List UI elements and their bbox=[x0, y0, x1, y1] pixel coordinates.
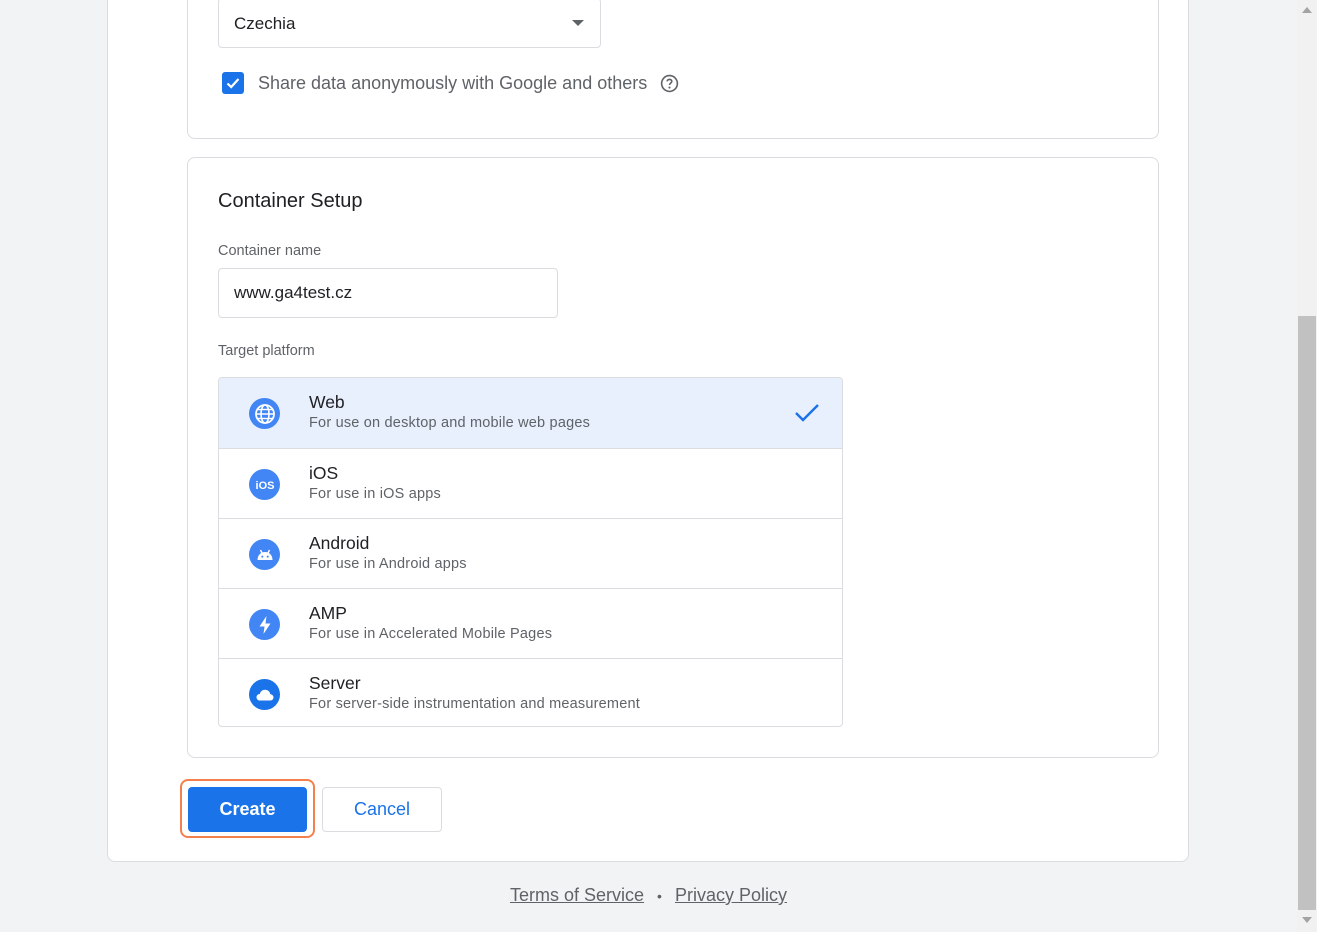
scroll-down-arrow-icon[interactable] bbox=[1302, 917, 1312, 923]
footer: Terms of Service • Privacy Policy bbox=[0, 885, 1297, 906]
platform-description: For use on desktop and mobile web pages bbox=[309, 415, 591, 431]
share-data-label[interactable]: Share data anonymously with Google and o… bbox=[258, 73, 647, 94]
platform-ios[interactable]: iOS iOS For use in iOS apps bbox=[219, 448, 842, 518]
cloud-icon bbox=[249, 679, 280, 710]
help-icon[interactable] bbox=[660, 74, 679, 93]
platform-android[interactable]: Android For use in Android apps bbox=[219, 518, 842, 588]
platform-description: For use in iOS apps bbox=[309, 486, 441, 502]
country-select-value: Czechia bbox=[234, 14, 296, 33]
cancel-button[interactable]: Cancel bbox=[322, 787, 442, 832]
scrollbar-thumb[interactable] bbox=[1298, 316, 1316, 910]
platform-web[interactable]: Web For use on desktop and mobile web pa… bbox=[219, 378, 842, 448]
selected-check-icon bbox=[795, 404, 819, 422]
platform-amp[interactable]: AMP For use in Accelerated Mobile Pages bbox=[219, 588, 842, 658]
terms-of-service-link[interactable]: Terms of Service bbox=[510, 885, 644, 905]
share-data-checkbox[interactable] bbox=[222, 72, 244, 94]
platform-name: Web bbox=[309, 392, 345, 412]
privacy-policy-link[interactable]: Privacy Policy bbox=[675, 885, 787, 905]
section-title: Container Setup bbox=[218, 190, 363, 212]
platform-name: iOS bbox=[309, 463, 339, 483]
platform-name: AMP bbox=[309, 603, 347, 623]
checkmark-icon bbox=[226, 78, 240, 89]
footer-separator: • bbox=[657, 888, 662, 904]
lightning-icon bbox=[249, 609, 280, 640]
android-icon bbox=[249, 539, 280, 570]
platform-name: Server bbox=[309, 673, 361, 693]
platform-description: For use in Accelerated Mobile Pages bbox=[309, 626, 553, 642]
svg-text:iOS: iOS bbox=[255, 480, 274, 492]
platform-description: For server-side instrumentation and meas… bbox=[309, 696, 640, 712]
platform-list: Web For use on desktop and mobile web pa… bbox=[218, 377, 843, 727]
container-name-label: Container name bbox=[218, 243, 322, 259]
scroll-up-arrow-icon[interactable] bbox=[1302, 7, 1312, 13]
caret-down-icon bbox=[572, 20, 584, 26]
create-button[interactable]: Create bbox=[188, 787, 307, 832]
platform-server[interactable]: Server For server-side instrumentation a… bbox=[219, 658, 842, 726]
platform-name: Android bbox=[309, 533, 370, 553]
platform-description: For use in Android apps bbox=[309, 556, 467, 572]
ios-icon: iOS bbox=[249, 469, 280, 500]
container-name-input[interactable] bbox=[218, 268, 558, 318]
country-select[interactable]: Czechia bbox=[218, 0, 601, 48]
globe-icon bbox=[249, 398, 280, 429]
target-platform-label: Target platform bbox=[218, 343, 315, 359]
